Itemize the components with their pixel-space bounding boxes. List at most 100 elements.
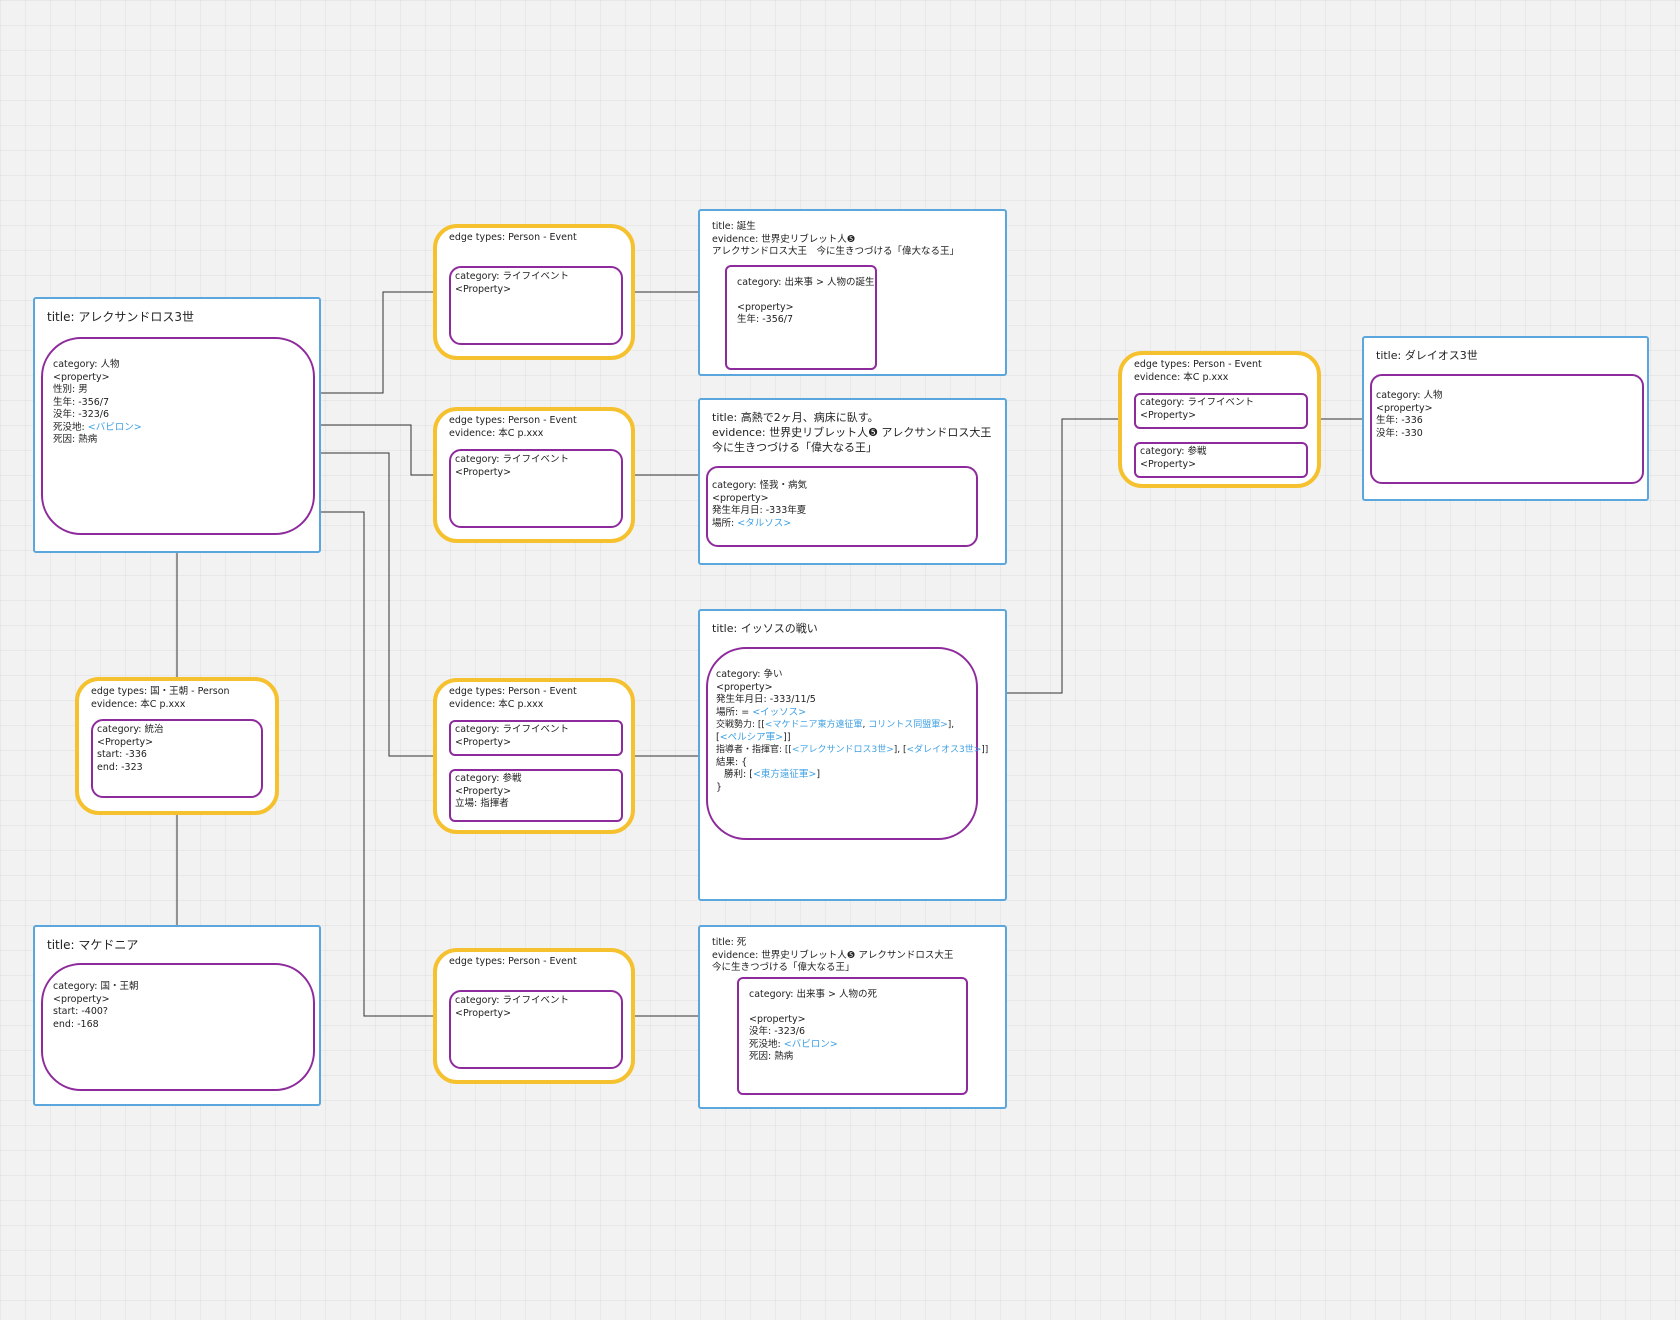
- property-box[interactable]: category: 怪我・病気 <property> 発生年月日: -333年夏…: [706, 466, 978, 547]
- node-title: title: 死: [712, 937, 747, 948]
- category-label: category: 出来事 > 人物の誕生: [737, 277, 875, 288]
- persian-army-link[interactable]: <ペルシア軍>: [720, 732, 783, 743]
- node-title: title: アレクサンドロス3世: [47, 310, 194, 324]
- property-box[interactable]: category: 人物 <property> 性別: 男 生年: -356/7…: [41, 337, 315, 535]
- edge-death-node[interactable]: edge types: Person - Event category: ライフ…: [433, 948, 635, 1084]
- edge-property-box-participation[interactable]: category: 参戦 <Property>: [1134, 442, 1308, 478]
- alexander-link[interactable]: <アレクサンドロス3世>: [792, 745, 894, 755]
- result-close: }: [716, 781, 723, 793]
- person-alexander-node[interactable]: title: アレクサンドロス3世 category: 人物 <property…: [33, 297, 321, 553]
- evidence-label: evidence: 本C p.xxx: [449, 427, 544, 439]
- babylon-link[interactable]: <バビロン>: [88, 422, 142, 433]
- property-label: <property>: [1376, 402, 1433, 414]
- edge-property-box-participation[interactable]: category: 参戦 <Property> 立場: 指揮者: [449, 769, 623, 822]
- property-label: <Property>: [455, 466, 512, 478]
- edge-property-box[interactable]: category: ライフイベント <Property>: [449, 449, 623, 528]
- category-label: category: 国・王朝: [53, 981, 139, 992]
- category-label: category: ライフイベント: [455, 454, 570, 465]
- person-darius-node[interactable]: title: ダレイオス3世 category: 人物 <property> 生…: [1362, 336, 1649, 501]
- category-label: category: ライフイベント: [1140, 397, 1255, 408]
- issus-link[interactable]: <イッソス>: [752, 707, 806, 718]
- category-label: category: 怪我・病気: [712, 480, 808, 491]
- death-cause: 死因: 熱病: [749, 1051, 794, 1062]
- property-box[interactable]: category: 出来事 > 人物の死 <property> 没年: -323…: [737, 977, 968, 1095]
- edge-battle-node[interactable]: edge types: Person - Event evidence: 本C …: [433, 678, 635, 834]
- edge-property-box[interactable]: category: ライフイベント <Property>: [449, 266, 623, 345]
- node-title: title: イッソスの戦い: [712, 622, 818, 635]
- forces-value-2: [<ペルシア軍>]]: [716, 731, 791, 743]
- country-macedonia-node[interactable]: title: マケドニア category: 国・王朝 <property> s…: [33, 925, 321, 1106]
- property-label: <Property>: [455, 1007, 512, 1019]
- property-label: <property>: [737, 301, 794, 313]
- birth-year: 生年: -356/7: [53, 396, 110, 408]
- birth-year: 生年: -336: [1376, 415, 1423, 426]
- edge-fever-node[interactable]: edge types: Person - Event evidence: 本C …: [433, 407, 635, 543]
- node-title: title: ダレイオス3世: [1376, 349, 1478, 362]
- connector-alexander-edge-death: [320, 511, 433, 1017]
- edge-header: edge types: Person - Event: [449, 956, 623, 969]
- death-year: 没年: -323/6: [749, 1026, 806, 1037]
- edge-property-box-lifeevent[interactable]: category: ライフイベント <Property>: [449, 720, 623, 756]
- evidence-label: evidence: 本C p.xxx: [449, 698, 544, 710]
- place-value: 場所: <タルソス>: [712, 517, 792, 529]
- property-label: <property>: [53, 371, 110, 383]
- property-box[interactable]: category: 出来事 > 人物の誕生 <property> 生年: -35…: [725, 265, 877, 370]
- node-title: title: 誕生: [712, 221, 756, 232]
- connector-alexander-edge-battle: [320, 452, 433, 757]
- edge-header: edge types: Person - Event evidence: 本C …: [449, 415, 623, 440]
- death-year: 没年: -330: [1376, 427, 1423, 439]
- edge-property-box[interactable]: category: ライフイベント <Property>: [449, 990, 623, 1069]
- edge-darius-node[interactable]: edge types: Person - Event evidence: 本C …: [1118, 351, 1321, 488]
- property-label: <property>: [749, 1013, 806, 1025]
- edge-types-label: edge types: 国・王朝 - Person: [91, 686, 230, 697]
- victory-value: 勝利: [<東方遠征軍>]: [724, 769, 821, 780]
- eastern-expedition-link[interactable]: <東方遠征軍>: [753, 769, 816, 780]
- edge-property-box[interactable]: category: 統治 <Property> start: -336 end:…: [91, 719, 263, 798]
- edge-header: edge types: Person - Event: [449, 232, 623, 245]
- property-label: <Property>: [1140, 458, 1197, 470]
- category-label: category: 統治: [97, 724, 164, 735]
- property-box[interactable]: category: 争い <property> 発生年月日: -333/11/5…: [706, 647, 989, 840]
- category-label: category: 参戦: [1140, 446, 1207, 457]
- connector-battle-edge-darius: [1006, 418, 1118, 694]
- category-label: category: 出来事 > 人物の死: [749, 989, 878, 1000]
- event-fever-node[interactable]: title: 高熱で2ヶ月、病床に臥す。 evidence: 世界史リブレット人…: [698, 398, 1007, 565]
- event-birth-node[interactable]: title: 誕生 evidence: 世界史リブレット人❺ アレクサンドロス大…: [698, 209, 1007, 376]
- event-death-node[interactable]: title: 死 evidence: 世界史リブレット人❺ アレクサンドロス大王…: [698, 925, 1007, 1109]
- role-value: 立場: 指揮者: [455, 798, 509, 809]
- property-box[interactable]: category: 国・王朝 <property> start: -400? e…: [41, 963, 315, 1091]
- commanders-value: 指導者・指揮官: [[<アレクサンドロス3世>], [<ダレイオス3世>]]: [716, 745, 989, 755]
- event-battle-node[interactable]: title: イッソスの戦い category: 争い <property> 発…: [698, 609, 1007, 901]
- corinthian-league-link[interactable]: コリントス同盟軍>: [868, 720, 948, 730]
- result-open: 結果: {: [716, 756, 748, 768]
- property-label: <Property>: [455, 785, 512, 797]
- property-label: <property>: [712, 492, 769, 504]
- edge-ruler-node[interactable]: edge types: 国・王朝 - Person evidence: 本C p…: [75, 677, 279, 815]
- property-label: <property>: [716, 681, 773, 693]
- property-label: <Property>: [455, 283, 512, 295]
- darius-link[interactable]: <ダレイオス3世>: [906, 745, 981, 755]
- edge-birth-node[interactable]: edge types: Person - Event category: ライフ…: [433, 224, 635, 360]
- edge-types-label: edge types: Person - Event: [449, 956, 577, 967]
- evidence-label: evidence: 世界史リブレット人❺ アレクサンドロス大王: [712, 426, 992, 439]
- tarsus-link[interactable]: <タルソス>: [737, 518, 791, 529]
- evidence-label: evidence: 世界史リブレット人❺: [712, 233, 856, 245]
- node-header: title: 高熱で2ヶ月、病床に臥す。 evidence: 世界史リブレット人…: [712, 410, 997, 455]
- babylon-link[interactable]: <バビロン>: [784, 1039, 838, 1050]
- edge-types-label: edge types: Person - Event: [449, 686, 577, 697]
- property-box[interactable]: category: 人物 <property> 生年: -336 没年: -33…: [1370, 374, 1644, 484]
- connector-alexander-edge-fever: [320, 424, 433, 476]
- category-label: category: 人物: [53, 359, 120, 370]
- death-year: 没年: -323/6: [53, 409, 110, 420]
- evidence-label: evidence: 本C p.xxx: [91, 698, 186, 710]
- death-cause: 死因: 熱病: [53, 434, 98, 445]
- death-place: 死没地: <バビロン>: [53, 421, 142, 433]
- macedonian-army-link[interactable]: <マケドニア東方遠征軍: [765, 720, 863, 730]
- edge-types-label: edge types: Person - Event: [1134, 359, 1262, 370]
- edge-property-box-lifeevent[interactable]: category: ライフイベント <Property>: [1134, 393, 1308, 429]
- node-header: title: 誕生 evidence: 世界史リブレット人❺ アレクサンドロス大…: [712, 221, 997, 259]
- category-label: category: ライフイベント: [455, 271, 570, 282]
- end-value: end: -323: [97, 761, 143, 773]
- property-label: <Property>: [455, 736, 512, 748]
- forces-value: 交戦勢力: [[<マケドニア東方遠征軍, コリントス同盟軍>],: [716, 720, 955, 730]
